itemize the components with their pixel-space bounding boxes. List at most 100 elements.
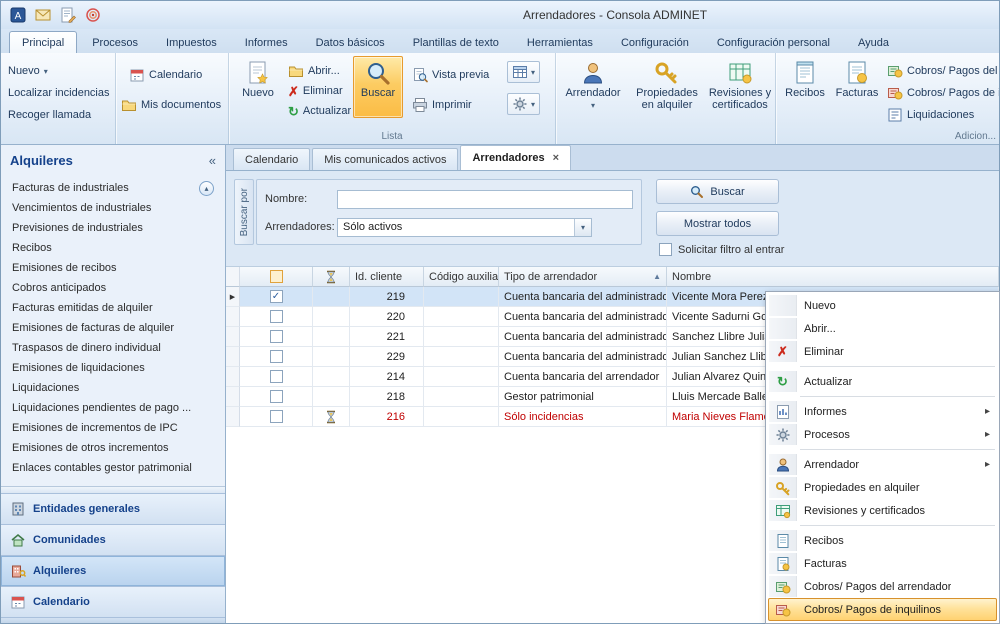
document-tab-mis-comunicados-activos[interactable]: Mis comunicados activos [312, 148, 458, 170]
grid-view-dropdown[interactable]: ▾ [507, 61, 540, 83]
sidebar-item-facturas-de-industriales[interactable]: Facturas de industriales▴ [1, 178, 225, 198]
context-menu-item-revisiones-y-certificados[interactable]: Revisiones y certificados [768, 499, 997, 522]
ribbon-tab-datos-basicos[interactable]: Datos básicos [303, 32, 398, 53]
sidebar-item-emisiones-de-liquidaciones[interactable]: Emisiones de liquidaciones [1, 358, 225, 378]
row-checkbox-cell[interactable] [240, 367, 313, 387]
ribbon-tab-procesos[interactable]: Procesos [79, 32, 151, 53]
scroll-up-icon[interactable]: ▴ [199, 181, 214, 196]
calendario-button[interactable]: Calendario [126, 65, 205, 85]
sidebar-item-emisiones-de-incrementos-de-ipc[interactable]: Emisiones de incrementos de IPC [1, 418, 225, 438]
row-checkbox[interactable] [270, 330, 283, 343]
select-all-checkbox[interactable] [270, 270, 283, 283]
propiedades-big-button[interactable]: Propiedades en alquiler [632, 56, 702, 118]
checkbox-icon[interactable] [659, 243, 672, 256]
mail-icon[interactable] [34, 6, 52, 24]
header-nombre[interactable]: Nombre [667, 267, 999, 287]
sidebar-item-emisiones-de-recibos[interactable]: Emisiones de recibos [1, 258, 225, 278]
sidebar-splitter[interactable] [1, 486, 225, 493]
settings-dropdown[interactable]: ▾ [507, 93, 540, 115]
header-id-cliente[interactable]: Id. cliente [350, 267, 424, 287]
row-checkbox-cell[interactable] [240, 407, 313, 427]
context-menu-item-cobros-pagos-del-arrendador[interactable]: Cobros/ Pagos del arrendador [768, 575, 997, 598]
context-menu-item-propiedades-en-alquiler[interactable]: Propiedades en alquiler [768, 476, 997, 499]
sidebar-item-recibos[interactable]: Recibos [1, 238, 225, 258]
note-edit-icon[interactable] [59, 6, 77, 24]
solicitar-filtro-checkbox[interactable]: Solicitar filtro al entrar [659, 243, 784, 256]
document-tab-arrendadores[interactable]: Arrendadores× [460, 145, 571, 170]
header-tipo-arrendador[interactable]: Tipo de arrendador▲ [499, 267, 667, 287]
row-checkbox[interactable] [270, 310, 283, 323]
context-menu-item-cobros-pagos-de-inquilinos[interactable]: Cobros/ Pagos de inquilinos [768, 598, 997, 621]
ribbon-tab-configuracion[interactable]: Configuración [608, 32, 702, 53]
sidebar-item-vencimientos-de-industriales[interactable]: Vencimientos de industriales [1, 198, 225, 218]
imprimir-button[interactable]: Imprimir [409, 95, 475, 115]
sidebar-item-previsiones-de-industriales[interactable]: Previsiones de industriales [1, 218, 225, 238]
document-tab-calendario[interactable]: Calendario [233, 148, 310, 170]
row-checkbox[interactable] [270, 370, 283, 383]
ribbon-tab-impuestos[interactable]: Impuestos [153, 32, 230, 53]
context-menu-item-facturas[interactable]: Facturas [768, 552, 997, 575]
header-codigo-auxiliar[interactable]: Código auxiliar [424, 267, 499, 287]
context-menu-item-abrir[interactable]: Abrir... [768, 317, 997, 340]
ribbon-tab-informes[interactable]: Informes [232, 32, 301, 53]
close-tab-icon[interactable]: × [553, 152, 559, 164]
buscar-big-button[interactable]: Buscar [353, 56, 403, 118]
ribbon-tab-ayuda[interactable]: Ayuda [845, 32, 902, 53]
cobros-pagos-inquilinos-button[interactable]: Cobros/ Pagos de inquilinos [884, 83, 999, 103]
arrendador-big-button[interactable]: Arrendador ▾ [561, 56, 625, 118]
mostrar-todos-button[interactable]: Mostrar todos [656, 211, 779, 236]
sidebar-item-enlaces-contables-gestor-patrimonial[interactable]: Enlaces contables gestor patrimonial [1, 458, 225, 478]
sidebar-section-comunidades[interactable]: Comunidades [1, 524, 225, 555]
row-checkbox[interactable] [270, 410, 283, 423]
row-checkbox-cell[interactable] [240, 307, 313, 327]
record-call-icon[interactable] [84, 6, 102, 24]
context-menu-item-recibos[interactable]: Recibos [768, 529, 997, 552]
liquidaciones-button[interactable]: Liquidaciones [884, 105, 977, 125]
arrendadores-dropdown[interactable]: Sólo activos ▾ [337, 218, 592, 237]
ribbon-tab-configuracion-personal[interactable]: Configuración personal [704, 32, 843, 53]
eliminar-button[interactable]: ✗ Eliminar [285, 81, 346, 101]
chevron-down-icon[interactable]: ▾ [574, 219, 591, 236]
sidebar-section-calendario[interactable]: Calendario [1, 586, 225, 617]
row-checkbox[interactable] [270, 350, 283, 363]
mis-documentos-button[interactable]: Mis documentos [118, 95, 224, 115]
header-select-all[interactable] [240, 267, 313, 287]
nuevo-big-button[interactable]: Nuevo [235, 56, 281, 118]
sidebar-item-emisiones-de-facturas-de-alquiler[interactable]: Emisiones de facturas de alquiler [1, 318, 225, 338]
app-icon[interactable]: A [9, 6, 27, 24]
ribbon-tab-herramientas[interactable]: Herramientas [514, 32, 606, 53]
row-checkbox[interactable]: ✓ [270, 290, 283, 303]
sidebar-item-traspasos-de-dinero-individual[interactable]: Traspasos de dinero individual [1, 338, 225, 358]
row-checkbox[interactable] [270, 390, 283, 403]
nombre-input[interactable] [337, 190, 633, 209]
context-menu-item-eliminar[interactable]: ✗Eliminar [768, 340, 997, 363]
context-menu-item-procesos[interactable]: Procesos▸ [768, 423, 997, 446]
ribbon-tab-principal[interactable]: Principal [9, 31, 77, 54]
ribbon-tab-plantillas-de-texto[interactable]: Plantillas de texto [400, 32, 512, 53]
row-checkbox-cell[interactable] [240, 327, 313, 347]
sidebar-item-emisiones-de-otros-incrementos[interactable]: Emisiones de otros incrementos [1, 438, 225, 458]
recoger-llamada-button[interactable]: Recoger llamada [5, 105, 94, 125]
vista-previa-button[interactable]: Vista previa [409, 65, 492, 85]
header-status-column[interactable] [313, 267, 350, 287]
row-checkbox-cell[interactable] [240, 387, 313, 407]
cobros-pagos-arrendador-button[interactable]: Cobros/ Pagos del arrendador [884, 61, 999, 81]
sidebar-section-entidades-generales[interactable]: Entidades generales [1, 493, 225, 524]
sidebar-item-cobros-anticipados[interactable]: Cobros anticipados [1, 278, 225, 298]
row-checkbox-cell[interactable]: ✓ [240, 287, 313, 307]
revisiones-big-button[interactable]: Revisiones y certificados [706, 56, 774, 118]
context-menu-item-nuevo[interactable]: Nuevo [768, 294, 997, 317]
collapse-sidebar-icon[interactable]: « [209, 153, 216, 168]
sidebar-item-liquidaciones[interactable]: Liquidaciones [1, 378, 225, 398]
facturas-big-button[interactable]: Facturas [833, 56, 881, 118]
context-menu-item-actualizar[interactable]: ↻Actualizar [768, 370, 997, 393]
abrir-button[interactable]: Abrir... [285, 61, 343, 81]
nuevo-menu-button[interactable]: Nuevo▾ [5, 61, 51, 81]
sidebar-section-alquileres[interactable]: Alquileres [1, 555, 225, 586]
sidebar-item-facturas-emitidas-de-alquiler[interactable]: Facturas emitidas de alquiler [1, 298, 225, 318]
recibos-big-button[interactable]: Recibos [781, 56, 829, 118]
actualizar-button[interactable]: ↻ Actualizar [285, 101, 354, 121]
context-menu-item-informes[interactable]: Informes▸ [768, 400, 997, 423]
localizar-incidencias-button[interactable]: Localizar incidencias [5, 83, 113, 103]
row-checkbox-cell[interactable] [240, 347, 313, 367]
